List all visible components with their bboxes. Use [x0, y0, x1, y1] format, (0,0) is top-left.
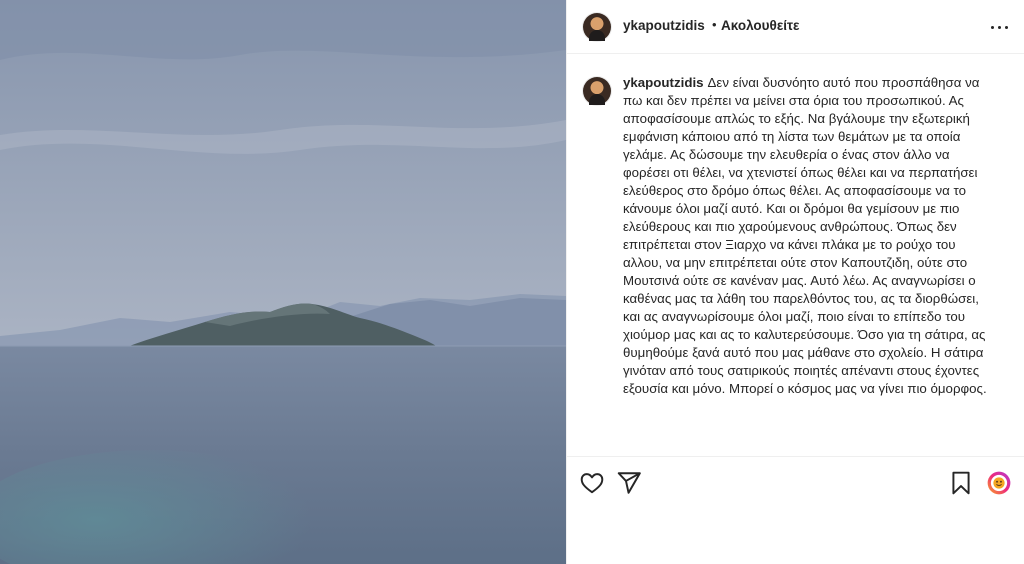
action-bar — [567, 458, 1024, 508]
heart-icon[interactable] — [577, 468, 607, 498]
more-options-icon[interactable] — [990, 17, 1010, 37]
comments-area: ykapoutzidis Δεν είναι δυσνόητο αυτό που … — [567, 54, 1024, 457]
following-button[interactable]: Ακολουθείτε — [721, 18, 799, 33]
post-header: ykapoutzidis • Ακολουθείτε — [567, 0, 1024, 54]
caption-avatar[interactable] — [583, 77, 611, 105]
paper-plane-icon[interactable] — [614, 468, 644, 498]
caption-username-link[interactable]: ykapoutzidis — [623, 75, 704, 90]
bookmark-icon[interactable] — [946, 468, 976, 498]
emoji-icon[interactable] — [984, 468, 1014, 498]
post-photo[interactable] — [0, 0, 566, 564]
caption-text: Δεν είναι δυσνόητο αυτό που προσπάθησα ν… — [623, 75, 987, 396]
landscape-illustration — [0, 0, 566, 564]
post-details-panel: ykapoutzidis • Ακολουθείτε ykapoutzidis Δ… — [567, 0, 1024, 564]
separator-dot: • — [712, 17, 717, 32]
avatar[interactable] — [583, 13, 611, 41]
username-link[interactable]: ykapoutzidis — [623, 18, 705, 33]
post-caption: ykapoutzidis Δεν είναι δυσνόητο αυτό που … — [623, 74, 997, 398]
